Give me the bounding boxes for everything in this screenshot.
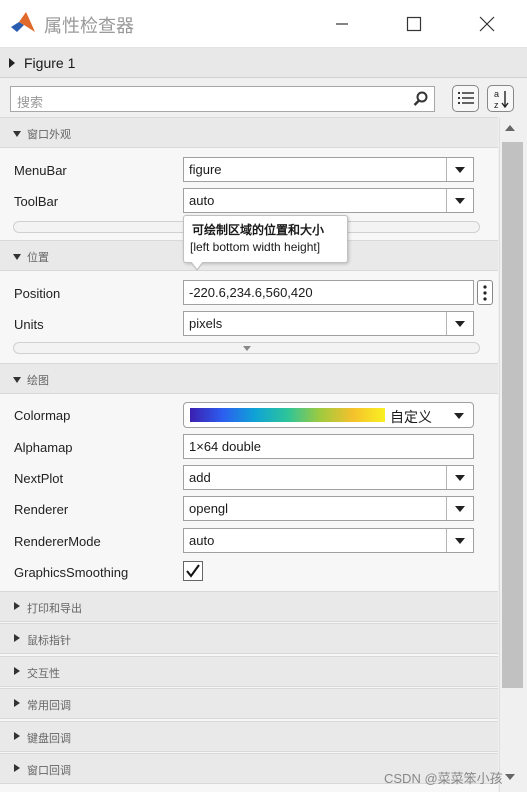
property-label-renderermode: RendererMode (14, 534, 101, 549)
colormap-dropdown[interactable]: 自定义 (183, 402, 474, 428)
nextplot-dropdown[interactable]: add (183, 465, 474, 490)
renderermode-dropdown[interactable]: auto (183, 528, 474, 553)
close-button[interactable] (467, 8, 507, 40)
minimize-icon (336, 23, 348, 25)
scroll-up-icon[interactable] (505, 125, 515, 131)
property-label-colormap: Colormap (14, 408, 71, 423)
sort-az-icon: a z (494, 89, 509, 110)
tooltip-detail: [left bottom width height] (190, 240, 321, 254)
section-keyboard-callbacks[interactable]: 键盘回调 (0, 721, 498, 752)
maximize-button[interactable] (394, 8, 434, 40)
dropdown-arrow-icon[interactable] (446, 529, 473, 552)
scrollbar-thumb[interactable] (502, 142, 523, 688)
svg-text:z: z (494, 100, 499, 110)
section-mouse-pointer[interactable]: 鼠标指针 (0, 623, 498, 654)
expand-arrow-icon (9, 58, 15, 68)
expand-arrow-icon (14, 699, 20, 707)
ellipsis-vertical-icon (483, 285, 487, 301)
renderer-value: opengl (189, 501, 229, 516)
more-options-button[interactable] (477, 280, 493, 305)
renderermode-value: auto (189, 533, 215, 548)
scroll-down-icon[interactable] (505, 774, 515, 780)
colormap-swatch (190, 408, 385, 422)
expand-arrow-icon (243, 346, 251, 351)
categorized-list-icon (457, 91, 474, 104)
expand-arrow-icon (14, 602, 20, 610)
svg-text:a: a (494, 89, 499, 99)
expand-arrow-icon (14, 634, 20, 642)
position-value: -220.6,234.6,560,420 (189, 285, 313, 300)
property-label-units: Units (14, 317, 44, 332)
collapse-arrow-icon (13, 131, 21, 137)
dropdown-arrow-icon[interactable] (446, 189, 473, 212)
tooltip-title: 可绘制区域的位置和大小 (192, 223, 325, 237)
search-placeholder: 搜索 (17, 95, 44, 110)
dropdown-arrow-icon[interactable] (446, 158, 473, 181)
section-common-callbacks[interactable]: 常用回调 (0, 688, 498, 719)
section-label: 窗口外观 (27, 128, 71, 141)
graphicssmoothing-checkbox[interactable] (183, 561, 203, 581)
collapse-arrow-icon (13, 377, 21, 383)
section-plotting[interactable]: 绘图 (0, 363, 498, 394)
watermark: CSDN @菜菜笨小孩 (384, 771, 503, 786)
property-label-position: Position (14, 286, 61, 301)
section-label: 位置 (27, 251, 49, 264)
window-title: 属性检查器 (44, 16, 134, 36)
expand-more-bar[interactable] (13, 342, 480, 354)
dropdown-arrow-icon[interactable] (446, 497, 473, 520)
section-label: 交互性 (27, 667, 60, 680)
section-appearance[interactable]: 窗口外观 (0, 117, 498, 148)
alphamap-field[interactable]: 1×64 double (183, 434, 474, 459)
group-view-button[interactable] (452, 85, 479, 112)
dropdown-arrow-icon[interactable] (446, 312, 473, 335)
menubar-value: figure (189, 162, 222, 177)
section-label: 常用回调 (27, 699, 71, 712)
expand-arrow-icon (14, 764, 20, 772)
title-bar: 属性检查器 (0, 0, 527, 48)
alphamap-value: 1×64 double (189, 439, 261, 454)
section-label: 绘图 (27, 374, 49, 387)
property-label-alphamap: Alphamap (14, 440, 73, 455)
matlab-icon (11, 12, 35, 32)
dropdown-arrow-icon[interactable] (446, 466, 473, 489)
expand-arrow-icon (14, 732, 20, 740)
position-tooltip: 可绘制区域的位置和大小 [left bottom width height] (183, 215, 348, 271)
tooltip-tail-fill (191, 261, 203, 269)
figure-label: Figure 1 (24, 55, 76, 71)
property-label-toolbar: ToolBar (14, 194, 59, 209)
nextplot-value: add (189, 470, 211, 485)
section-interactivity[interactable]: 交互性 (0, 656, 498, 687)
close-icon (479, 16, 495, 32)
menubar-dropdown[interactable]: figure (183, 157, 474, 182)
section-label: 键盘回调 (27, 732, 71, 745)
checkmark-icon (186, 564, 200, 578)
units-dropdown[interactable]: pixels (183, 311, 474, 336)
sort-alphabetical-button[interactable]: a z (487, 85, 514, 112)
property-label-nextplot: NextPlot (14, 471, 64, 486)
section-label: 打印和导出 (27, 602, 82, 615)
toolbar-value: auto (189, 193, 215, 208)
minimize-button[interactable] (322, 8, 362, 40)
section-printing[interactable]: 打印和导出 (0, 591, 498, 622)
position-field[interactable]: -220.6,234.6,560,420 (183, 280, 474, 305)
units-value: pixels (189, 316, 223, 331)
toolbar-dropdown[interactable]: auto (183, 188, 474, 213)
figure-header[interactable]: Figure 1 (0, 48, 527, 78)
search-input[interactable]: 搜索 (10, 86, 435, 112)
colormap-value: 自定义 (390, 409, 432, 425)
property-label-menubar: MenuBar (14, 163, 67, 178)
property-label-graphicssmoothing: GraphicsSmoothing (14, 565, 129, 580)
search-icon (413, 91, 428, 106)
property-label-renderer: Renderer (14, 502, 69, 517)
renderer-dropdown[interactable]: opengl (183, 496, 474, 521)
section-label: 窗口回调 (27, 764, 71, 777)
expand-arrow-icon (14, 667, 20, 675)
maximize-icon (406, 16, 422, 32)
dropdown-arrow-icon[interactable] (454, 413, 464, 419)
section-label: 鼠标指针 (27, 634, 71, 647)
collapse-arrow-icon (13, 254, 21, 260)
